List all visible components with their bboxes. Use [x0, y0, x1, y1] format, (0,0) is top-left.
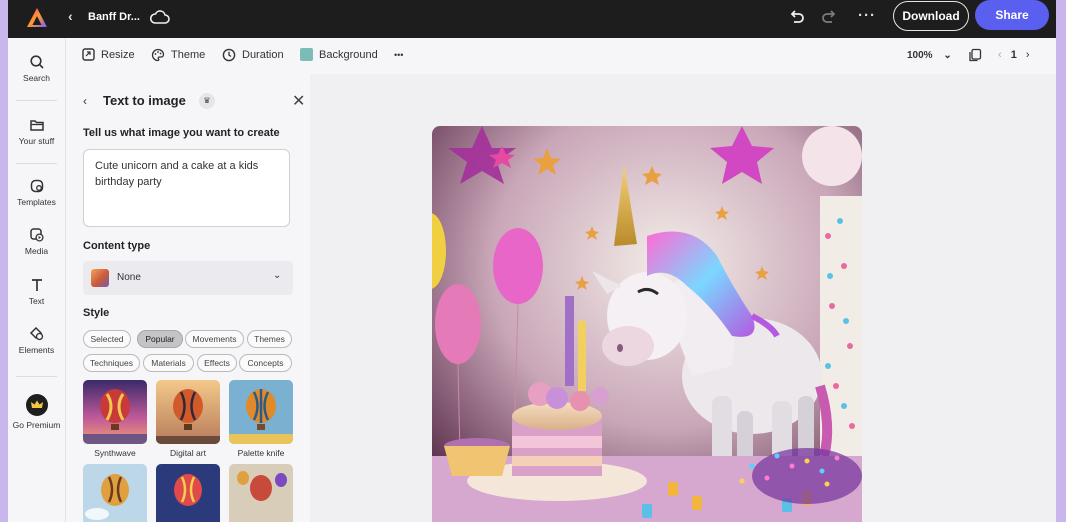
- generated-image[interactable]: [432, 126, 862, 522]
- resize-icon: [82, 48, 95, 61]
- unicorn-cake-image: [432, 126, 862, 522]
- style-tab-movements[interactable]: Movements: [185, 330, 244, 348]
- next-page-icon[interactable]: ›: [1026, 49, 1030, 61]
- rail-item-templates[interactable]: Templates: [8, 178, 65, 207]
- rail-label-media: Media: [24, 246, 49, 256]
- background-button[interactable]: Background: [300, 48, 378, 61]
- toolbar-more-icon[interactable]: •••: [394, 50, 403, 60]
- prompt-heading: Tell us what image you want to create: [83, 127, 280, 139]
- style-caption-palette-knife: Palette knife: [237, 448, 285, 458]
- rail-divider: [16, 100, 57, 101]
- rail-item-text[interactable]: Text: [8, 277, 65, 306]
- style-tab-themes[interactable]: Themes: [247, 330, 292, 348]
- duration-button[interactable]: Duration: [222, 48, 284, 62]
- style-thumb[interactable]: [83, 464, 147, 522]
- background-color-swatch: [300, 48, 313, 61]
- redo-icon[interactable]: [820, 8, 838, 26]
- page-number: 1: [1010, 49, 1017, 61]
- panel-back-icon[interactable]: ‹: [83, 94, 87, 108]
- rail-label-text: Text: [28, 296, 45, 306]
- theme-button[interactable]: Theme: [151, 48, 205, 62]
- close-icon[interactable]: ✕: [292, 91, 305, 111]
- rail-label-elements: Elements: [18, 345, 55, 355]
- text-icon: [31, 279, 42, 291]
- style-caption-synthwave: Synthwave: [94, 448, 136, 458]
- page-navigator: ‹ 1 ›: [998, 49, 1030, 61]
- download-button[interactable]: Download: [893, 1, 969, 31]
- search-icon: [29, 55, 44, 69]
- more-options-icon[interactable]: ···: [858, 7, 876, 24]
- style-thumb[interactable]: [156, 464, 220, 522]
- left-rail: Search Your stuff Templates Media Text E…: [8, 38, 66, 522]
- adobe-express-logo-icon[interactable]: [25, 6, 49, 30]
- chevron-down-icon: ⌄: [943, 50, 952, 61]
- zoom-dropdown[interactable]: 100% ⌄: [907, 50, 952, 61]
- media-icon: [29, 228, 44, 242]
- style-tab-concepts[interactable]: Concepts: [239, 354, 292, 372]
- style-tab-popular[interactable]: Popular: [137, 330, 183, 348]
- text-to-image-panel: ‹ Text to image ♛ ✕ Tell us what image y…: [66, 74, 310, 522]
- share-button[interactable]: Share: [975, 0, 1049, 30]
- style-caption-digital-art: Digital art: [170, 448, 206, 458]
- resize-button[interactable]: Resize: [82, 48, 135, 61]
- prev-page-icon[interactable]: ‹: [998, 49, 1002, 61]
- top-bar: ‹ Banff Dr... ··· Download Share: [8, 0, 1056, 38]
- duration-label: Duration: [242, 49, 284, 61]
- canvas-area: [310, 74, 1056, 522]
- rail-item-search[interactable]: Search: [8, 54, 65, 83]
- prompt-textarea[interactable]: Cute unicorn and a cake at a kids birthd…: [83, 149, 290, 227]
- style-tab-techniques[interactable]: Techniques: [83, 354, 140, 372]
- zoom-value: 100%: [907, 50, 933, 61]
- style-tab-effects[interactable]: Effects: [197, 354, 237, 372]
- templates-icon: [30, 179, 43, 193]
- rail-divider: [16, 163, 57, 164]
- style-thumb-synthwave[interactable]: [83, 380, 147, 444]
- panel-title: Text to image: [103, 93, 186, 108]
- rail-label-search: Search: [23, 73, 50, 83]
- style-heading: Style: [83, 307, 110, 319]
- undo-icon[interactable]: [788, 8, 806, 26]
- cloud-sync-icon[interactable]: [150, 8, 170, 26]
- pages-icon[interactable]: [968, 48, 982, 62]
- document-title[interactable]: Banff Dr...: [88, 11, 140, 23]
- rail-item-your-stuff[interactable]: Your stuff: [8, 117, 65, 146]
- resize-label: Resize: [101, 48, 135, 61]
- rail-label-your-stuff: Your stuff: [18, 136, 55, 146]
- style-thumb-palette-knife[interactable]: [229, 380, 293, 444]
- chevron-down-icon: ⌄: [273, 270, 282, 281]
- content-type-heading: Content type: [83, 240, 151, 252]
- style-thumb[interactable]: [229, 464, 293, 522]
- app-window: ‹ Banff Dr... ··· Download Share Search: [8, 0, 1056, 522]
- elements-icon: [29, 326, 43, 341]
- style-tab-selected[interactable]: Selected: [83, 330, 131, 348]
- rail-item-media[interactable]: Media: [8, 227, 65, 256]
- crown-icon: [25, 394, 48, 416]
- rail-divider: [16, 376, 57, 377]
- content-type-select[interactable]: None ⌄: [83, 261, 293, 295]
- clock-icon: [222, 48, 236, 62]
- rail-label-go-premium: Go Premium: [12, 420, 61, 430]
- premium-crown-icon: ♛: [199, 93, 215, 109]
- editor-toolbar: Resize Theme Duration Background ••• 100…: [66, 38, 1056, 74]
- folder-icon: [29, 120, 44, 131]
- rail-item-elements[interactable]: Elements: [8, 326, 65, 355]
- background-label: Background: [319, 48, 378, 61]
- rail-item-go-premium[interactable]: Go Premium: [8, 394, 65, 430]
- palette-icon: [151, 48, 165, 62]
- theme-label: Theme: [171, 49, 206, 61]
- rail-label-templates: Templates: [17, 197, 56, 207]
- content-type-thumbnail: [91, 269, 109, 287]
- style-tab-materials[interactable]: Materials: [143, 354, 194, 372]
- content-type-value: None: [117, 272, 141, 283]
- style-thumb-digital-art[interactable]: [156, 380, 220, 444]
- back-chevron-icon[interactable]: ‹: [68, 8, 73, 24]
